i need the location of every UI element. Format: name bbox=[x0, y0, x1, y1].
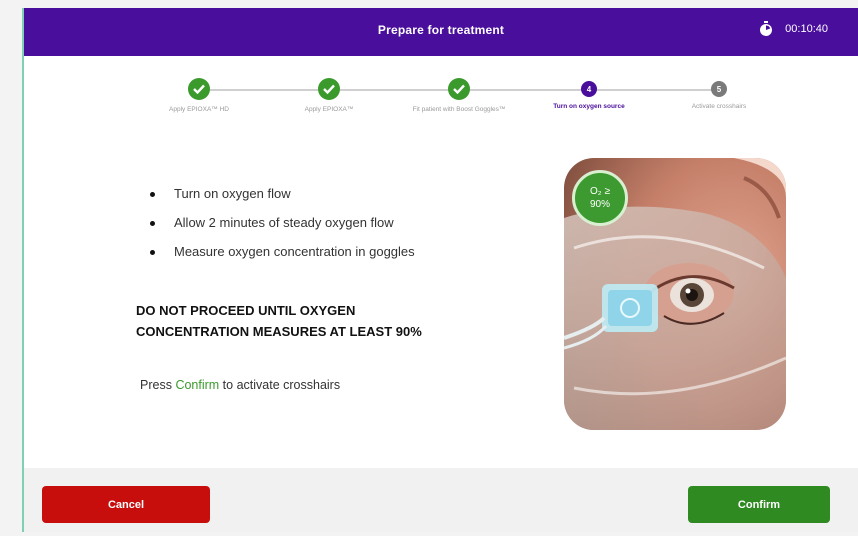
cancel-button[interactable]: Cancel bbox=[42, 486, 210, 523]
list-item: Measure oxygen concentration in goggles bbox=[144, 244, 415, 273]
check-icon bbox=[448, 78, 470, 100]
page-title: Prepare for treatment bbox=[377, 23, 505, 37]
hint-confirm-word: Confirm bbox=[175, 378, 220, 392]
step-label: Activate crosshairs bbox=[691, 103, 747, 110]
warning-text: DO NOT PROCEED UNTIL OXYGEN CONCENTRATIO… bbox=[136, 300, 516, 342]
warning-line: CONCENTRATION MEASURES AT LEAST 90% bbox=[136, 324, 422, 339]
warning-line: DO NOT PROCEED UNTIL OXYGEN bbox=[136, 303, 356, 318]
progress-stepper: Apply EPIOXA™ HD Apply EPIOXA™ Fit patie… bbox=[134, 78, 754, 148]
step-activate-crosshairs: 5 Activate crosshairs bbox=[654, 78, 784, 111]
oxygen-threshold-badge: O₂ ≥ 90% bbox=[572, 170, 628, 226]
step-apply-epioxa-hd: Apply EPIOXA™ HD bbox=[134, 78, 264, 114]
check-icon bbox=[318, 78, 340, 100]
step-number: 4 bbox=[581, 81, 597, 97]
step-apply-epioxa: Apply EPIOXA™ bbox=[264, 78, 394, 114]
badge-line: O₂ ≥ bbox=[590, 186, 610, 197]
session-timer: 00:10:40 bbox=[759, 21, 828, 37]
treatment-screen: Prepare for treatment 00:10:40 Apply EPI… bbox=[22, 8, 858, 532]
step-fit-goggles: Fit patient with Boost Goggles™ bbox=[394, 78, 524, 114]
step-turn-on-oxygen: 4 Turn on oxygen source bbox=[524, 78, 654, 111]
list-item: Allow 2 minutes of steady oxygen flow bbox=[144, 215, 415, 244]
step-label: Fit patient with Boost Goggles™ bbox=[412, 106, 506, 113]
header-bar: Prepare for treatment 00:10:40 bbox=[24, 8, 858, 56]
step-label: Apply EPIOXA™ bbox=[304, 106, 354, 113]
footer-bar: Cancel Confirm bbox=[24, 468, 858, 532]
step-label: Apply EPIOXA™ HD bbox=[169, 106, 229, 113]
step-label: Turn on oxygen source bbox=[553, 103, 625, 110]
instruction-list: Turn on oxygen flow Allow 2 minutes of s… bbox=[144, 186, 415, 273]
hint-suffix: to activate crosshairs bbox=[219, 378, 341, 392]
goggles-photo: O₂ ≥ 90% bbox=[564, 158, 786, 430]
check-icon bbox=[188, 78, 210, 100]
timer-value: 00:10:40 bbox=[785, 23, 828, 35]
step-number: 5 bbox=[711, 81, 727, 97]
list-item: Turn on oxygen flow bbox=[144, 186, 415, 215]
stopwatch-icon bbox=[760, 21, 773, 36]
confirm-hint: Press Confirm to activate crosshairs bbox=[140, 378, 340, 392]
hint-prefix: Press bbox=[140, 378, 176, 392]
confirm-button[interactable]: Confirm bbox=[688, 486, 830, 523]
badge-line: 90% bbox=[589, 199, 610, 210]
app-window: Prepare for treatment 00:10:40 Apply EPI… bbox=[0, 0, 858, 536]
